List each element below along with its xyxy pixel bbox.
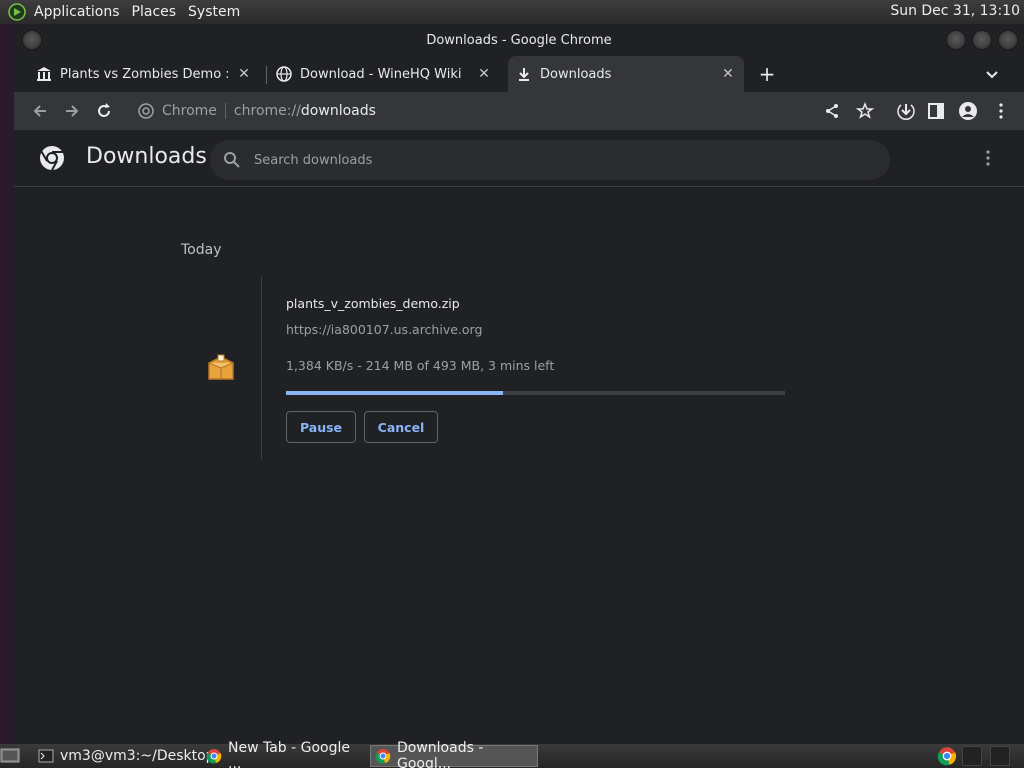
taskbar-label: Downloads - Googl...	[397, 740, 484, 768]
profile-avatar-icon[interactable]	[956, 99, 980, 123]
bank-icon	[36, 66, 52, 82]
clock[interactable]: Sun Dec 31, 13:10	[890, 3, 1020, 19]
desktop-background	[0, 24, 14, 744]
close-tab-icon[interactable]: ✕	[476, 66, 492, 82]
reload-button[interactable]	[92, 99, 116, 123]
tray-chrome-icon[interactable]	[937, 746, 957, 766]
menu-places[interactable]: Places	[126, 4, 183, 20]
tab-strip: Plants vs Zombies Demo : Pop ✕ Download …	[14, 56, 1024, 92]
tab-label: Downloads	[540, 66, 612, 82]
close-tab-icon[interactable]: ✕	[236, 66, 252, 82]
omnibox-divider	[224, 103, 226, 119]
new-tab-button[interactable]: +	[757, 64, 777, 84]
downloads-toolbar-icon[interactable]	[894, 99, 918, 123]
tab-plants-vs-zombies[interactable]: Plants vs Zombies Demo : Pop ✕	[28, 56, 260, 92]
chrome-menu-icon[interactable]	[989, 99, 1013, 123]
window-titlebar[interactable]: Downloads - Google Chrome	[14, 24, 1024, 56]
minimize-button[interactable]	[946, 30, 966, 50]
archive-file-icon	[207, 353, 235, 383]
menu-applications[interactable]: Applications	[28, 4, 126, 20]
terminal-icon	[38, 748, 54, 764]
omnibox[interactable]: Chrome chrome://downloads	[130, 96, 940, 126]
close-tab-icon[interactable]: ✕	[720, 66, 736, 82]
downloads-header: Downloads	[14, 130, 1024, 187]
search-input[interactable]	[254, 152, 854, 168]
taskbar-item-new-tab[interactable]: New Tab - Google ...	[202, 740, 364, 768]
search-icon	[222, 150, 242, 170]
toolbar: Chrome chrome://downloads	[14, 92, 1024, 130]
download-filename[interactable]: plants_v_zombies_demo.zip	[286, 296, 460, 311]
url-host: downloads	[300, 103, 376, 119]
tab-winehq-wiki[interactable]: Download - WineHQ Wiki ✕	[268, 56, 500, 92]
download-progress-bar	[286, 391, 785, 395]
chrome-icon	[206, 748, 222, 764]
share-icon[interactable]	[820, 99, 844, 123]
omnibox-chip: Chrome	[162, 103, 217, 119]
pause-button[interactable]: Pause	[286, 411, 356, 443]
globe-icon	[276, 66, 292, 82]
progress-fill	[286, 391, 503, 395]
taskbar-label: New Tab - Google ...	[228, 740, 351, 768]
bookmark-star-icon[interactable]	[853, 99, 877, 123]
cancel-button[interactable]: Cancel	[364, 411, 438, 443]
gnome-logo-icon[interactable]	[6, 1, 28, 23]
window-menu-button[interactable]	[22, 30, 42, 50]
more-actions-icon[interactable]	[976, 146, 1000, 170]
chrome-logo-icon	[38, 144, 66, 172]
show-desktop-icon[interactable]	[0, 745, 24, 767]
tab-separator	[266, 66, 267, 84]
maximize-button[interactable]	[972, 30, 992, 50]
window-title: Downloads - Google Chrome	[426, 32, 612, 48]
taskbar-label: vm3@vm3:~/Desktop	[60, 748, 215, 764]
tab-label: Plants vs Zombies Demo : Pop	[60, 66, 228, 82]
chrome-icon	[138, 103, 154, 119]
download-source-url[interactable]: https://ia800107.us.archive.org	[286, 322, 482, 337]
download-item-card: plants_v_zombies_demo.zip https://ia8001…	[181, 275, 871, 460]
close-window-button[interactable]	[998, 30, 1018, 50]
top-panel: Applications Places System Sun Dec 31, 1…	[0, 0, 1024, 24]
workspace-switcher-2[interactable]	[990, 746, 1010, 766]
search-box[interactable]	[210, 140, 890, 180]
menu-system[interactable]: System	[182, 4, 246, 20]
date-group-label: Today	[181, 242, 222, 258]
back-button[interactable]	[28, 99, 52, 123]
tab-search-chevron-icon[interactable]	[982, 64, 1002, 84]
page-title: Downloads	[86, 144, 207, 169]
taskbar-item-terminal[interactable]: vm3@vm3:~/Desktop	[34, 745, 215, 767]
download-icon	[516, 66, 532, 82]
side-panel-icon[interactable]	[924, 99, 948, 123]
chrome-icon	[375, 748, 391, 764]
url-scheme: chrome://	[233, 103, 301, 119]
tab-label: Download - WineHQ Wiki	[300, 66, 462, 82]
bottom-taskbar: vm3@vm3:~/Desktop New Tab - Google ... D…	[0, 740, 1024, 768]
taskbar-item-downloads[interactable]: Downloads - Googl...	[370, 740, 538, 768]
downloads-page: Downloads Today plants_v_zombies_demo.zi…	[14, 130, 1024, 744]
tab-downloads[interactable]: Downloads ✕	[508, 56, 744, 92]
workspace-switcher-1[interactable]	[962, 746, 982, 766]
forward-button[interactable]	[60, 99, 84, 123]
chrome-window: Downloads - Google Chrome Plants vs Zomb…	[14, 24, 1024, 744]
download-status: 1,384 KB/s - 214 MB of 493 MB, 3 mins le…	[286, 358, 555, 373]
card-divider	[261, 277, 262, 459]
